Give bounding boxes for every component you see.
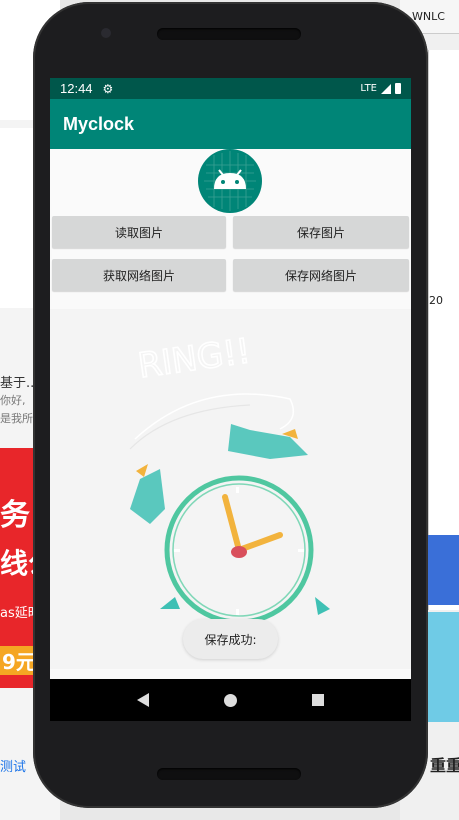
clock-image: RING!! [50, 309, 411, 669]
app-title: Myclock [63, 113, 135, 134]
top-speaker [157, 28, 301, 40]
battery-icon [395, 83, 401, 94]
status-time: 12:44 [60, 81, 93, 96]
bg-text: 基于.. [0, 376, 35, 391]
bottom-speaker [157, 768, 301, 780]
front-camera [101, 28, 111, 38]
main-content: 读取图片 保存图片 获取网络图片 保存网络图片 RING!! 保存成功: [50, 149, 411, 679]
android-logo-icon [198, 149, 262, 213]
bg-text: 测试 [0, 760, 27, 775]
app-bar: Myclock [50, 99, 411, 149]
bg-panel: 20 [428, 50, 459, 610]
bg-text: 是我所 [0, 412, 33, 425]
ring-text: RING!! [136, 331, 253, 386]
home-icon[interactable] [223, 693, 237, 707]
settings-gear-icon: ⚙ [102, 81, 114, 96]
toast-message: 保存成功: [183, 619, 278, 659]
save-web-image-button[interactable]: 保存网络图片 [233, 259, 409, 291]
bg-text: 20 [429, 294, 443, 307]
back-icon[interactable] [137, 693, 150, 707]
fetch-web-image-button[interactable]: 获取网络图片 [52, 259, 226, 291]
network-type: LTE [360, 83, 377, 94]
recent-apps-icon[interactable] [311, 694, 324, 706]
signal-icon [381, 83, 391, 94]
bg-text: 你好, [0, 394, 26, 407]
bg-text: 务 [0, 498, 30, 533]
status-bar: 12:44 ⚙ LTE [50, 78, 411, 99]
save-image-button[interactable]: 保存图片 [233, 216, 409, 248]
read-image-button[interactable]: 读取图片 [52, 216, 226, 248]
bg-text: 重重 [430, 756, 459, 775]
bg-text: WNLC [412, 10, 445, 23]
device-screen: 12:44 ⚙ LTE Myclock 读取图片 保存图片 获取网络图片 保存网… [50, 78, 411, 721]
bg-banner [428, 535, 459, 605]
navigation-bar [50, 679, 411, 721]
